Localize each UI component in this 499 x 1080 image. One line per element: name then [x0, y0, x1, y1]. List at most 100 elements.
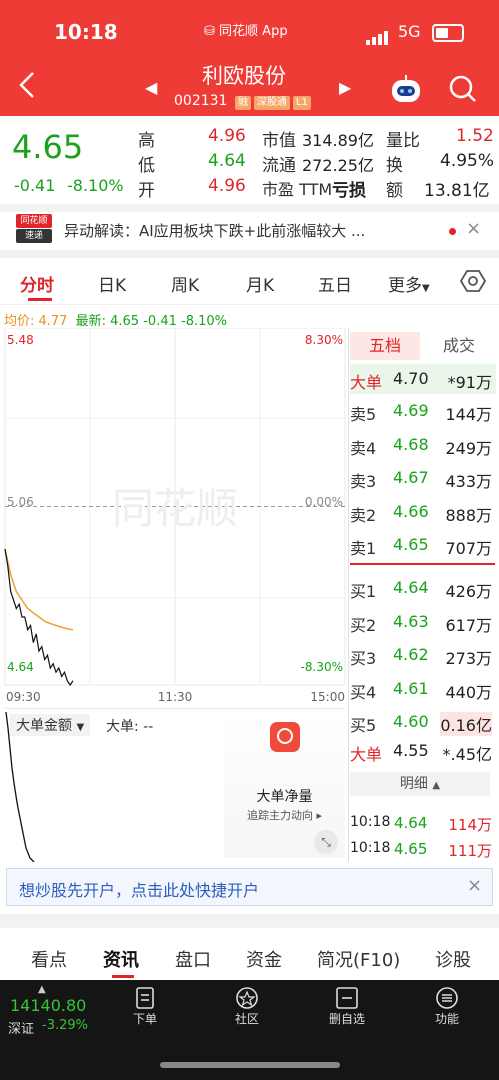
trade-price: 4.65: [394, 840, 428, 858]
ask-label: 卖5: [350, 405, 377, 424]
promo-subtitle: 追踪主力动向 ▸: [246, 809, 323, 822]
bid-ask-divider: [350, 563, 495, 565]
y-tick-left-top: 5.48: [7, 333, 34, 347]
tab-f10[interactable]: 简况(F10): [317, 946, 400, 972]
bid-vol: 0.16亿: [440, 712, 492, 736]
chart-info: 均价: 4.77 最新: 4.65 -0.41 -8.10%: [4, 310, 227, 329]
ask-label: 卖2: [350, 505, 377, 525]
nav-functions[interactable]: 功能: [422, 986, 472, 1027]
mktcap-value: 314.89亿: [302, 131, 374, 150]
next-stock-button[interactable]: ▶: [339, 78, 351, 97]
tab-fund-flow[interactable]: 资金: [246, 946, 282, 972]
tab-more[interactable]: 更多▼: [388, 271, 430, 296]
nav-order[interactable]: 下单: [120, 986, 170, 1027]
ask-price: 4.67: [393, 468, 429, 487]
index-value[interactable]: 14140.80: [10, 996, 86, 1015]
tab-news[interactable]: 资讯: [103, 946, 139, 972]
dropdown-arrow-icon: ▼: [76, 722, 85, 733]
back-button[interactable]: [18, 70, 36, 108]
status-time: 10:18: [54, 20, 118, 44]
chart-settings-button[interactable]: [459, 268, 487, 298]
badge-level: L1: [292, 96, 311, 110]
news-bar[interactable]: 同花顺 速递 异动解读：AI应用板块下跌+此前涨幅较大 ... ×: [0, 212, 499, 248]
divider: [0, 204, 499, 212]
mktcap-label: 市值: [262, 131, 296, 151]
price-change-pct: -8.10%: [67, 176, 124, 195]
last-price: 4.65: [12, 128, 84, 166]
search-icon: [449, 75, 476, 102]
news-close-button[interactable]: ×: [466, 218, 481, 239]
y-tick-right-top: 8.30%: [305, 333, 343, 347]
tab-intraday[interactable]: 分时: [20, 271, 54, 296]
divider: [0, 304, 499, 305]
community-icon: [236, 987, 258, 1009]
big-buy-label: 大单: [350, 745, 383, 764]
bid-price: 4.64: [393, 578, 429, 597]
detail-toggle[interactable]: 明细 ▲: [350, 772, 490, 796]
y-tick-right-bottom: -8.30%: [301, 660, 343, 674]
bid-price: 4.63: [393, 611, 429, 631]
nav-remove-watchlist[interactable]: 删自选: [322, 986, 372, 1027]
big-sell-vol: *91万: [447, 373, 492, 392]
intraday-chart[interactable]: 同花顺 5.48 5.06 4.64 8.30% 0.00% -8.30% 09…: [0, 328, 348, 708]
bid-vol: 426万: [445, 582, 492, 601]
float-label: 流通: [262, 156, 296, 176]
active-tab-indicator: [112, 975, 134, 978]
expand-icon[interactable]: ⤡: [314, 830, 338, 854]
tab-five-day[interactable]: 五日: [318, 271, 352, 296]
tab-orderbook[interactable]: 盘口: [175, 946, 211, 972]
tab-monthly-k[interactable]: 月K: [246, 271, 274, 296]
float-value: 272.25亿: [302, 156, 374, 175]
ask-label: 卖3: [350, 472, 377, 491]
ask-vol: 707万: [445, 539, 492, 558]
promo-title: 大单净量: [256, 789, 313, 805]
bid-vol: 273万: [445, 649, 492, 668]
tab-trades[interactable]: 成交: [424, 332, 494, 360]
avg-price-line: [4, 548, 74, 631]
tab-highlights[interactable]: 看点: [31, 946, 67, 972]
big-buy-vol: *.45亿: [442, 745, 492, 764]
high-label: 高: [138, 131, 155, 151]
index-name: 深证: [8, 1022, 35, 1037]
bid-label: 买5: [350, 716, 377, 735]
tab-diagnosis[interactable]: 诊股: [435, 946, 471, 972]
tab-daily-k[interactable]: 日K: [98, 271, 126, 296]
turnover-label: 换: [386, 156, 403, 176]
unread-dot: [449, 228, 456, 235]
banner-close-button[interactable]: ×: [467, 875, 482, 896]
panel-divider: [348, 328, 349, 862]
open-label: 开: [138, 181, 155, 201]
stock-code: 002131: [174, 93, 228, 109]
tab-five-levels[interactable]: 五档: [350, 332, 420, 360]
divider: [0, 914, 499, 928]
ask-row: 卖5 4.69 144万: [350, 396, 496, 426]
trade-vol: 114万: [448, 816, 492, 834]
latest-change: -0.41: [143, 314, 177, 329]
ask-price: 4.66: [393, 501, 429, 521]
robot-assistant-button[interactable]: [389, 74, 423, 108]
avg-price: 均价: 4.77: [4, 314, 68, 329]
prev-stock-button[interactable]: ◀: [145, 78, 157, 97]
trade-vol: 111万: [448, 842, 492, 860]
chart-watermark: 同花顺: [112, 484, 238, 533]
nav-community[interactable]: 社区: [222, 986, 272, 1027]
bid-vol: 440万: [445, 682, 492, 702]
open-value: 4.96: [208, 176, 246, 196]
bid-row: 买4 4.61 440万: [350, 674, 496, 704]
search-button[interactable]: [448, 74, 478, 108]
tab-weekly-k[interactable]: 周K: [171, 271, 199, 296]
volume-ratio-label: 量比: [386, 131, 420, 151]
promo-card[interactable]: 大单净量 追踪主力动向 ▸ ⤡: [224, 710, 345, 858]
back-arrow-icon: [19, 72, 34, 98]
open-account-banner[interactable]: 想炒股先开户，点击此处快捷开户 ×: [6, 868, 493, 906]
y-tick-right-mid: 0.00%: [305, 495, 343, 509]
y-tick-left-bottom: 4.64: [7, 660, 34, 674]
robot-icon: [392, 75, 420, 102]
bid-label: 买2: [350, 615, 377, 635]
bid-price: 4.62: [393, 645, 429, 664]
bid-price: 4.60: [393, 712, 429, 731]
dropdown-arrow-icon: ▼: [422, 283, 430, 294]
active-tab-indicator: [28, 298, 52, 301]
pe-value: 亏损: [332, 181, 366, 201]
low-label: 低: [138, 156, 155, 176]
